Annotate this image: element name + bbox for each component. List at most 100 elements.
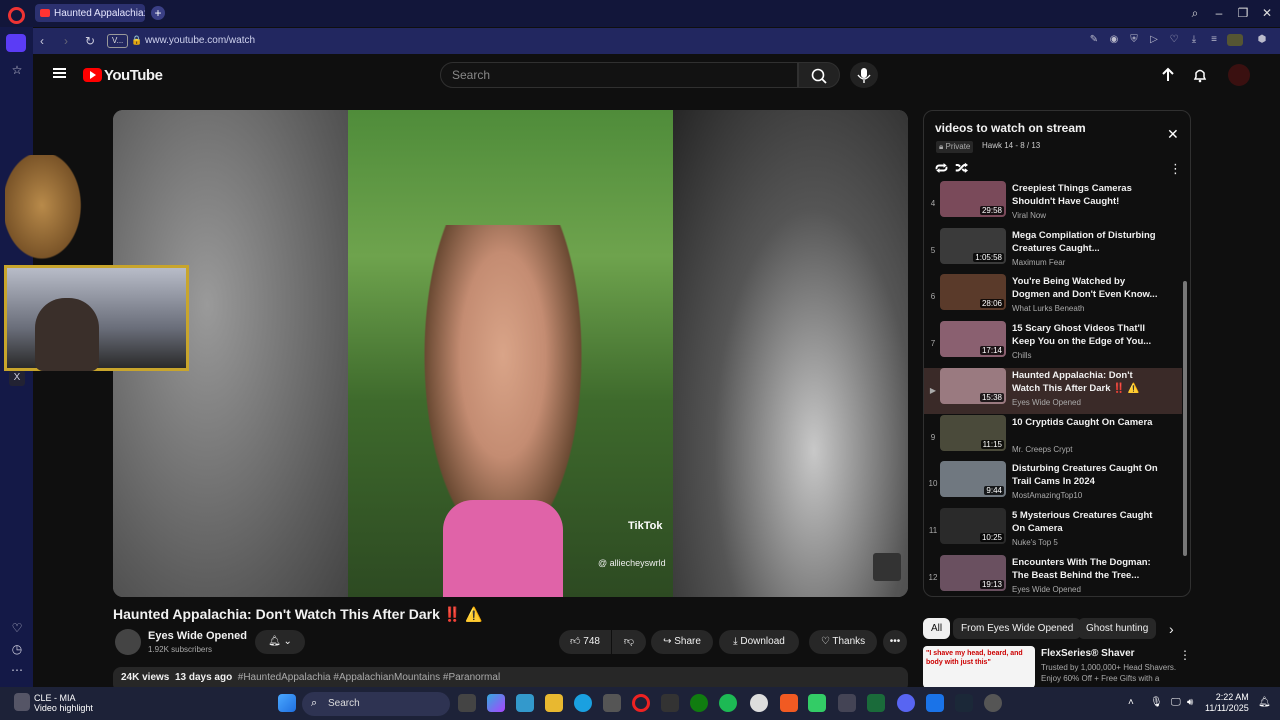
playlist-item-thumbnail[interactable]: 17:14 bbox=[940, 321, 1006, 358]
channel-name[interactable]: Eyes Wide Opened bbox=[148, 630, 247, 642]
playlist-item-channel[interactable]: Viral Now bbox=[1012, 211, 1046, 220]
file-explorer-icon[interactable] bbox=[545, 694, 563, 712]
more-icon[interactable]: ⋯ bbox=[9, 662, 25, 678]
playlist-item[interactable]: 5 1:05:58 Mega Compilation of Disturbing C… bbox=[924, 227, 1182, 274]
playlist-item-channel[interactable]: What Lurks Beneath bbox=[1012, 304, 1084, 313]
xbox-icon[interactable] bbox=[690, 694, 708, 712]
channel-watermark-icon[interactable] bbox=[873, 553, 901, 581]
chevron-up-icon[interactable]: ˄ bbox=[1128, 697, 1134, 708]
opera-taskbar-icon[interactable] bbox=[632, 694, 650, 712]
filter-chip[interactable]: From Eyes Wide Opened bbox=[953, 618, 1082, 639]
playlist-item-title[interactable]: Haunted Appalachia: Don't Watch This Aft… bbox=[1012, 369, 1162, 395]
playlist-item-title[interactable]: You're Being Watched by Dogmen and Don't… bbox=[1012, 275, 1162, 301]
playlist-scrollbar[interactable] bbox=[1183, 281, 1187, 556]
playlist-item-channel[interactable]: Chills bbox=[1012, 351, 1032, 360]
edit-icon[interactable]: ✎ bbox=[1088, 34, 1100, 46]
playlist-item-title[interactable]: Encounters With The Dogman: The Beast Be… bbox=[1012, 556, 1162, 582]
spotify-icon[interactable] bbox=[719, 694, 737, 712]
store-icon[interactable] bbox=[603, 694, 621, 712]
reload-icon[interactable]: ↻ bbox=[85, 34, 95, 48]
playlist-item[interactable]: 9 11:15 10 Cryptids Caught On Camera Mr. Cr… bbox=[924, 414, 1182, 461]
notifications-icon[interactable]: 🔔︎ bbox=[1258, 697, 1271, 708]
playlist-title[interactable]: videos to watch on stream bbox=[935, 121, 1086, 135]
discord-icon[interactable] bbox=[897, 694, 915, 712]
playlist-item-channel[interactable]: Maximum Fear bbox=[1012, 258, 1065, 267]
playlist-item-title[interactable]: Creepiest Things Cameras Shouldn't Have … bbox=[1012, 182, 1162, 208]
new-tab-button[interactable]: + bbox=[151, 6, 165, 20]
playlist-item-channel[interactable]: Eyes Wide Opened bbox=[1012, 585, 1081, 594]
loop-icon[interactable]: 🔁︎ bbox=[935, 161, 948, 176]
voice-search-button[interactable] bbox=[850, 62, 878, 88]
create-upload-icon[interactable] bbox=[1160, 67, 1176, 86]
weather-widget[interactable]: CLE - MIA Video highlight bbox=[34, 693, 93, 713]
playlist-item-title[interactable]: 15 Scary Ghost Videos That'll Keep You o… bbox=[1012, 322, 1162, 348]
excel-icon[interactable] bbox=[867, 694, 885, 712]
weather-icon[interactable] bbox=[14, 693, 30, 711]
brave-icon[interactable] bbox=[780, 694, 798, 712]
back-icon[interactable]: ‹ bbox=[40, 34, 44, 48]
video-player[interactable]: TikTok @ alliecheyswrld bbox=[113, 110, 908, 597]
thanks-button[interactable]: ♡ Thanks bbox=[809, 630, 877, 654]
volume-icon[interactable]: 🔊︎ bbox=[1187, 697, 1193, 708]
close-window-button[interactable]: ✕ bbox=[1260, 6, 1274, 20]
search-button[interactable] bbox=[798, 62, 840, 88]
opera-logo-icon[interactable] bbox=[8, 7, 25, 24]
address-badge[interactable]: V... bbox=[107, 34, 129, 48]
playlist-item-channel[interactable]: Mr. Creeps Crypt bbox=[1012, 445, 1072, 454]
channel-avatar[interactable] bbox=[115, 629, 141, 655]
x-icon[interactable]: X bbox=[9, 370, 25, 386]
app-icon[interactable] bbox=[661, 694, 679, 712]
camera-icon[interactable]: ◉ bbox=[1108, 34, 1120, 46]
playlist-item[interactable]: ▶ 15:38 Haunted Appalachia: Don't Watch Th… bbox=[924, 367, 1182, 414]
more-actions-button[interactable]: ••• bbox=[883, 630, 907, 654]
maximize-button[interactable]: ❐ bbox=[1236, 6, 1250, 20]
mic-tray-icon[interactable]: 🎙︎ bbox=[1150, 697, 1163, 708]
youtube-logo-icon[interactable] bbox=[83, 68, 102, 82]
app-icon[interactable] bbox=[838, 694, 856, 712]
playlist-item-title[interactable]: 10 Cryptids Caught On Camera bbox=[1012, 416, 1162, 429]
playlist-item-thumbnail[interactable]: 29:58 bbox=[940, 181, 1006, 217]
hamburger-menu-icon[interactable] bbox=[53, 68, 66, 78]
playlist-item[interactable]: 11 10:25 5 Mysterious Creatures Caught On … bbox=[924, 507, 1182, 554]
share-button[interactable]: ↪ Share bbox=[651, 630, 713, 654]
play-games-icon[interactable] bbox=[808, 694, 826, 712]
playlist-item-channel[interactable]: Nuke's Top 5 bbox=[1012, 538, 1058, 547]
playlist-item-title[interactable]: 5 Mysterious Creatures Caught On Camera bbox=[1012, 509, 1162, 535]
close-icon[interactable]: ✕ bbox=[1167, 127, 1181, 141]
playlist-item-thumbnail[interactable]: 1:05:58 bbox=[940, 227, 1006, 264]
menu-icon[interactable]: ≡ bbox=[1208, 34, 1220, 46]
steam-icon[interactable] bbox=[955, 694, 973, 712]
settings-icon[interactable] bbox=[984, 694, 1002, 712]
home-icon[interactable] bbox=[6, 34, 26, 52]
filter-chip[interactable]: All bbox=[923, 618, 951, 639]
like-button[interactable]: 👍︎ 748 bbox=[559, 630, 611, 654]
chevron-right-icon[interactable]: › bbox=[1169, 621, 1174, 637]
browser-tab[interactable]: Haunted Appalachia: D bbox=[35, 4, 145, 22]
download-icon[interactable]: ⤓ bbox=[1188, 34, 1200, 46]
playlist-item-title[interactable]: Disturbing Creatures Caught On Trail Cam… bbox=[1012, 462, 1162, 488]
playlist-item-thumbnail[interactable]: 9:44 bbox=[940, 461, 1006, 498]
ad-thumbnail[interactable]: "I shave my head, beard, and body with j… bbox=[923, 646, 1035, 688]
filter-chip[interactable]: Ghost hunting bbox=[1078, 618, 1157, 639]
extensions-icon[interactable]: ⬢ bbox=[1256, 34, 1268, 46]
star-icon[interactable]: ☆ bbox=[9, 62, 25, 78]
heart-icon[interactable]: ♡ bbox=[9, 620, 25, 636]
search-input[interactable]: Search bbox=[440, 62, 798, 88]
forward-icon[interactable]: › bbox=[64, 34, 68, 48]
playlist-item[interactable]: 7 17:14 15 Scary Ghost Videos That'll Keep… bbox=[924, 321, 1182, 367]
network-icon[interactable]: 🖵︎ bbox=[1171, 697, 1181, 708]
playlist-item-thumbnail[interactable]: 10:25 bbox=[940, 507, 1006, 544]
dislike-button[interactable]: 👎︎ bbox=[612, 630, 646, 654]
task-view-icon[interactable] bbox=[458, 694, 476, 712]
app-icon[interactable] bbox=[926, 694, 944, 712]
download-button[interactable]: ⤓ Download bbox=[719, 630, 799, 654]
playlist-item-thumbnail[interactable]: 15:38 bbox=[940, 367, 1006, 404]
url-field[interactable]: www.youtube.com/watch bbox=[145, 35, 255, 46]
playlist-item[interactable]: 6 28:06 You're Being Watched by Dogmen and… bbox=[924, 274, 1182, 320]
tab-search-icon[interactable]: ⌕ bbox=[1188, 6, 1202, 21]
playlist-item-title[interactable]: Mega Compilation of Disturbing Creatures… bbox=[1012, 229, 1162, 255]
obs-icon[interactable] bbox=[750, 694, 768, 712]
playlist-item[interactable]: 4 29:58 Creepiest Things Cameras Shouldn't… bbox=[924, 181, 1182, 227]
playlist-item[interactable]: 10 9:44 Disturbing Creatures Caught On Tra… bbox=[924, 461, 1182, 507]
system-clock[interactable]: 2:22 AM 11/11/2025 bbox=[1205, 692, 1249, 714]
